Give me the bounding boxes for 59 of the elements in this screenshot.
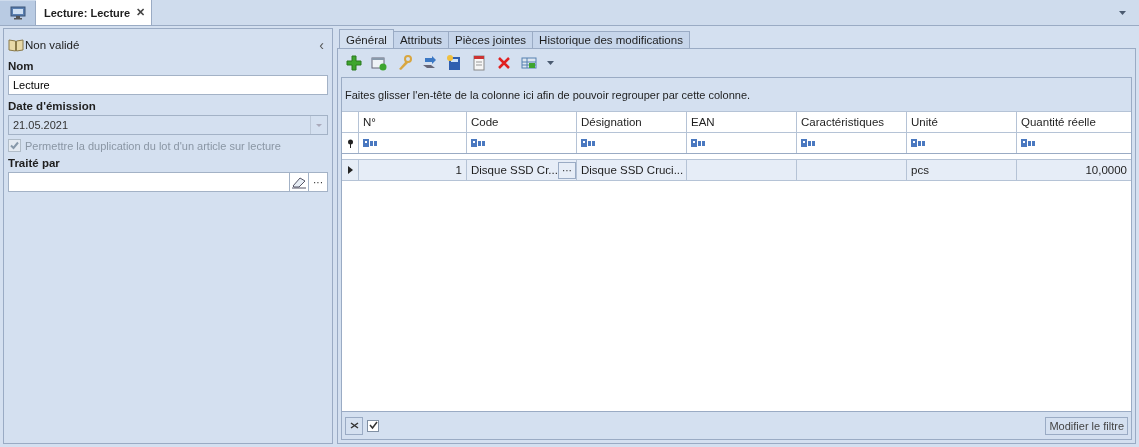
window-icon[interactable]: [371, 55, 387, 71]
edit-filter-button[interactable]: Modifier le filtre: [1045, 416, 1128, 435]
delete-icon[interactable]: [496, 55, 512, 71]
text-filter-icon: [363, 139, 379, 147]
status-label: Non validé: [25, 39, 81, 51]
dropdown-icon[interactable]: [546, 60, 555, 66]
tab[interactable]: Attributs: [392, 31, 450, 48]
lookup-field[interactable]: [8, 172, 290, 192]
calculator-icon[interactable]: [446, 55, 462, 71]
field-label: Date d'émission: [8, 100, 97, 112]
column-header[interactable]: EAN: [687, 112, 797, 132]
column-header[interactable]: N°: [359, 112, 467, 132]
collapse-button[interactable]: ‹: [315, 37, 328, 53]
table-cell-text: 10,0000: [1084, 163, 1128, 178]
checkbox[interactable]: [367, 419, 379, 432]
transfer-icon[interactable]: [421, 55, 437, 71]
text-filter-icon: [691, 139, 707, 147]
cell-text: Disque SSD Cr...: [471, 164, 558, 176]
tab[interactable]: Historique des modifications: [532, 31, 690, 48]
text-field[interactable]: Lecture: [8, 75, 328, 95]
close-button[interactable]: ✕: [136, 6, 146, 19]
table-cell: Disque SSD Cruci...: [577, 160, 687, 180]
text-filter-icon: [1021, 139, 1037, 147]
document-icon[interactable]: [471, 55, 487, 71]
column-header[interactable]: Caractéristiques: [797, 112, 907, 132]
row-indicator-icon: [347, 166, 353, 174]
checkbox-label: Permettre la duplication du lot d'un article sur lecture: [25, 139, 281, 152]
table-cell: 1: [359, 160, 467, 180]
checkmark-icon: [368, 421, 378, 430]
browse-button[interactable]: ···: [557, 161, 576, 179]
checkmark-icon: [9, 140, 20, 151]
dropdown-icon[interactable]: [1118, 9, 1127, 16]
text-filter-icon: [911, 139, 927, 147]
book-icon: [8, 38, 24, 52]
close-icon: [349, 422, 359, 429]
column-header[interactable]: Désignation: [577, 112, 687, 132]
eraser-icon: [291, 175, 307, 189]
monitor-icon: [9, 5, 26, 20]
field-label: Traité par: [8, 157, 61, 169]
browse-button[interactable]: ···: [309, 172, 328, 192]
text-filter-icon: [581, 139, 597, 147]
table-cell: pcs: [907, 160, 1017, 180]
text-filter-icon: [471, 139, 487, 147]
field-label: Nom: [8, 60, 35, 72]
grid-icon[interactable]: [521, 55, 537, 71]
tab[interactable]: Général: [339, 29, 394, 48]
eraser-button[interactable]: [290, 172, 309, 192]
clear-filter-button[interactable]: [345, 416, 363, 435]
group-panel-hint: Faites glisser l'en-tête de la colonne ici afin de pouvoir regrouper par cette colonne.: [342, 78, 1131, 111]
tab[interactable]: Pièces jointes: [448, 31, 534, 48]
pin-icon: [346, 138, 354, 148]
column-header[interactable]: Quantité réelle: [1017, 112, 1131, 132]
column-header[interactable]: Code: [467, 112, 577, 132]
text-filter-icon: [801, 139, 817, 147]
tab-title: Lecture: Lecture: [44, 6, 131, 19]
add-icon[interactable]: [346, 55, 362, 71]
monitor-tab[interactable]: [0, 0, 36, 25]
document-tab[interactable]: Lecture: Lecture ✕: [36, 0, 153, 25]
column-header[interactable]: Unité: [907, 112, 1017, 132]
